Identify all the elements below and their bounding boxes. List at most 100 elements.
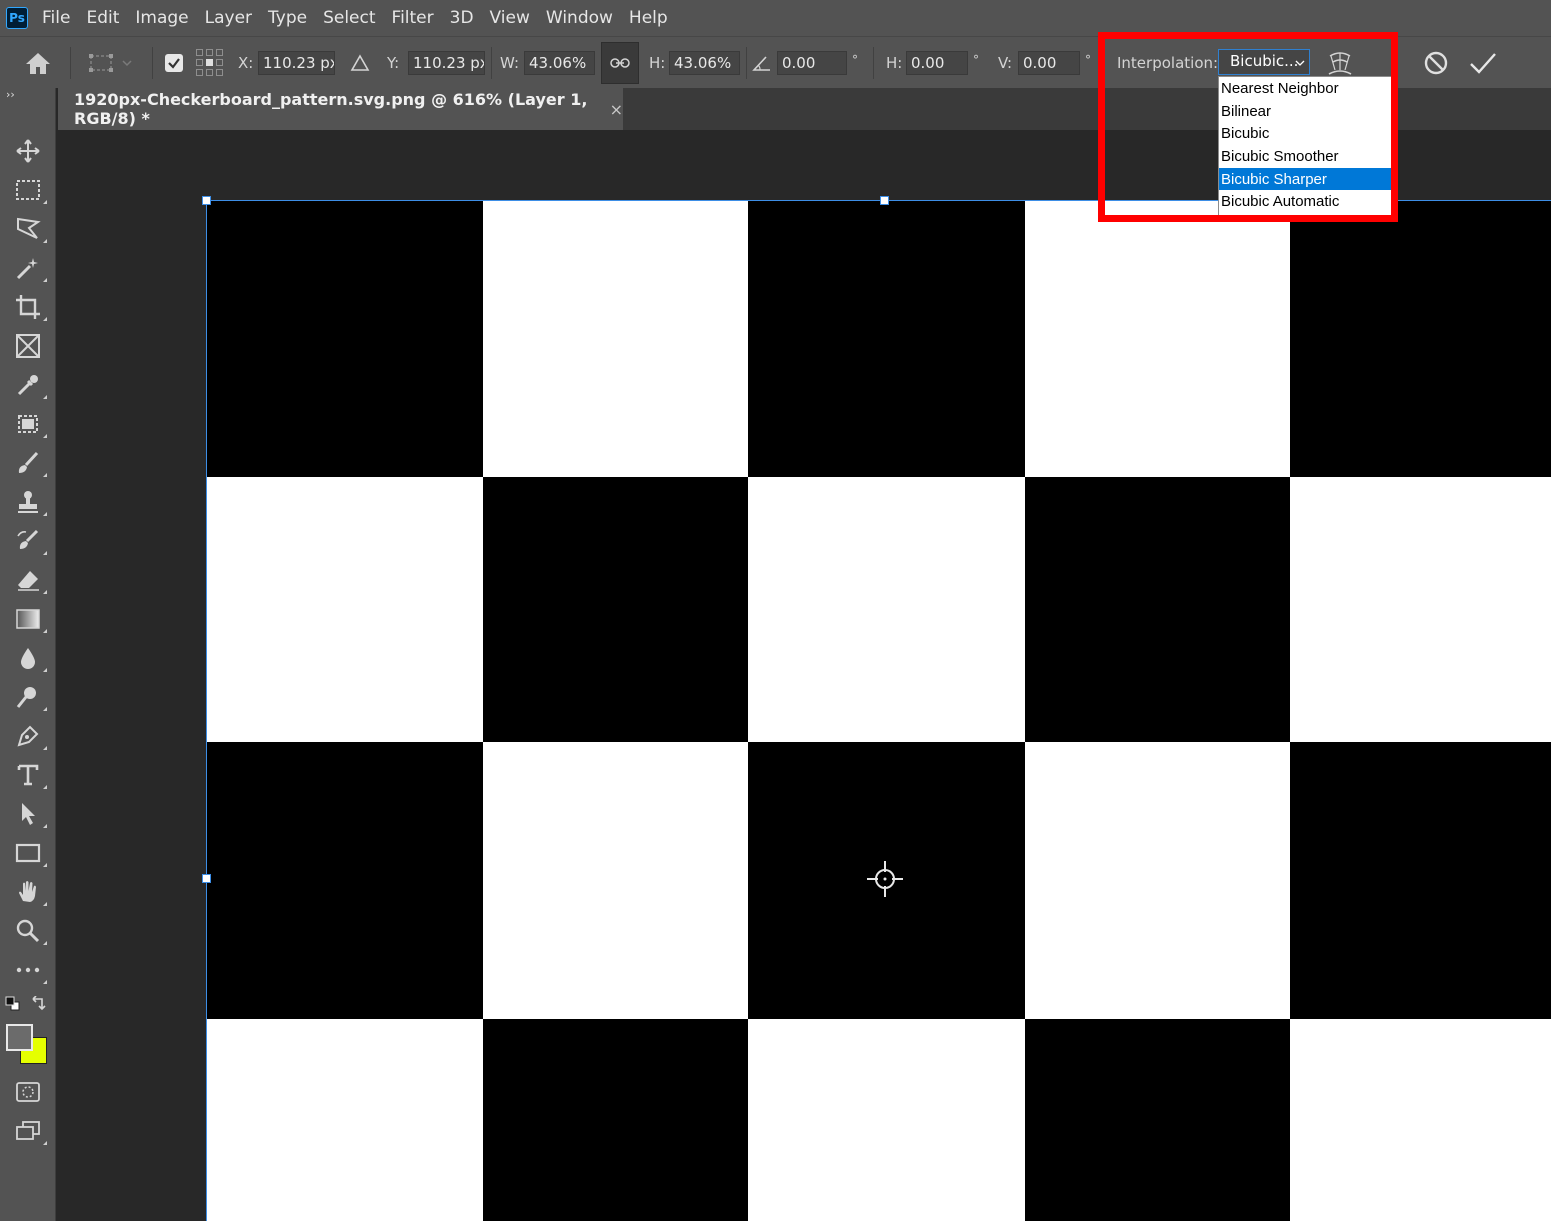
transform-handle-top-left[interactable] bbox=[202, 196, 211, 205]
x-input[interactable]: 110.23 px bbox=[258, 51, 335, 75]
lasso-tool[interactable] bbox=[8, 213, 48, 245]
rectangle-icon bbox=[15, 843, 41, 863]
checker-square bbox=[483, 1019, 748, 1221]
screen-mode-button[interactable] bbox=[8, 1115, 48, 1147]
blur-tool[interactable] bbox=[8, 642, 48, 674]
interpolation-select[interactable]: Bicubic... bbox=[1218, 49, 1310, 75]
width-label: W: bbox=[500, 54, 520, 72]
x-label: X: bbox=[238, 54, 254, 72]
marquee-tool[interactable] bbox=[8, 174, 48, 206]
angle-icon bbox=[752, 56, 770, 71]
triangle-icon bbox=[350, 54, 370, 71]
bounding-box-left-edge bbox=[206, 200, 207, 1221]
magic-wand-tool[interactable] bbox=[8, 252, 48, 284]
menu-layer[interactable]: Layer bbox=[205, 8, 252, 28]
move-tool[interactable] bbox=[8, 135, 48, 167]
pen-tool[interactable] bbox=[8, 720, 48, 752]
interpolation-option[interactable]: Bicubic Automatic bbox=[1219, 190, 1391, 213]
interpolation-option[interactable]: Bicubic bbox=[1219, 122, 1391, 145]
healing-tool[interactable] bbox=[8, 408, 48, 440]
cancel-transform-button[interactable] bbox=[1422, 37, 1450, 89]
reference-point-grid[interactable] bbox=[195, 37, 225, 89]
eraser-icon bbox=[18, 571, 39, 591]
relative-position-button[interactable] bbox=[349, 37, 371, 89]
crop-tool[interactable] bbox=[8, 291, 48, 323]
transform-handle-top-center[interactable] bbox=[880, 196, 889, 205]
swap-colors-button[interactable] bbox=[30, 995, 46, 1016]
menu-type[interactable]: Type bbox=[268, 8, 307, 28]
default-colors-button[interactable] bbox=[5, 996, 21, 1016]
width-input[interactable]: 43.06% bbox=[524, 51, 595, 75]
hand-tool[interactable] bbox=[8, 876, 48, 908]
document-tab-title: 1920px-Checkerboard_pattern.svg.png @ 61… bbox=[74, 90, 588, 128]
quick-mask-button[interactable] bbox=[8, 1076, 48, 1108]
more-tools[interactable] bbox=[8, 954, 48, 986]
pen-icon bbox=[17, 725, 39, 747]
checker-square bbox=[748, 201, 1025, 477]
interpolation-option[interactable]: Bilinear bbox=[1219, 100, 1391, 123]
checker-square bbox=[1290, 201, 1551, 477]
v-skew-input[interactable]: 0.00 bbox=[1018, 51, 1080, 75]
quick-mask-icon bbox=[16, 1082, 40, 1102]
dodge-tool[interactable] bbox=[8, 681, 48, 713]
eyedropper-tool[interactable] bbox=[8, 369, 48, 401]
screen-mode-icon bbox=[16, 1121, 40, 1140]
reference-point-icon bbox=[196, 49, 223, 76]
document-canvas[interactable] bbox=[58, 130, 1551, 1221]
menu-file[interactable]: File bbox=[42, 8, 70, 28]
menu-select[interactable]: Select bbox=[323, 8, 375, 28]
stamp-tool[interactable] bbox=[8, 486, 48, 518]
interpolation-dropdown-list: Nearest Neighbor Bilinear Bicubic Bicubic S… bbox=[1218, 76, 1392, 216]
rectangle-tool[interactable] bbox=[8, 837, 48, 869]
menu-3d[interactable]: 3D bbox=[450, 8, 474, 28]
checker-square bbox=[483, 742, 748, 1019]
zoom-tool[interactable] bbox=[8, 915, 48, 947]
tools-panel: ›› bbox=[0, 88, 56, 1221]
brush-icon bbox=[18, 451, 39, 473]
v-skew-degree-label: ° bbox=[1085, 53, 1091, 67]
path-selection-tool[interactable] bbox=[8, 798, 48, 830]
menu-window[interactable]: Window bbox=[546, 8, 613, 28]
commit-transform-button[interactable] bbox=[1468, 37, 1498, 89]
transform-preset-button[interactable] bbox=[87, 37, 135, 89]
brush-tool[interactable] bbox=[8, 447, 48, 479]
type-icon bbox=[17, 764, 39, 786]
reference-point-crosshair-icon[interactable] bbox=[866, 860, 904, 898]
y-input[interactable]: 110.23 px bbox=[408, 51, 485, 75]
menu-edit[interactable]: Edit bbox=[86, 8, 119, 28]
interpolation-label: Interpolation: bbox=[1117, 54, 1219, 72]
frame-icon bbox=[16, 334, 40, 358]
collapse-panel-button[interactable]: ›› bbox=[6, 88, 15, 101]
h-skew-input[interactable]: 0.00 bbox=[906, 51, 968, 75]
interpolation-option[interactable]: Bicubic Smoother bbox=[1219, 145, 1391, 168]
reference-point-checkbox[interactable] bbox=[165, 54, 183, 72]
checker-square bbox=[748, 1019, 1025, 1221]
photoshop-logo-icon: Ps bbox=[6, 7, 28, 29]
hand-icon bbox=[19, 881, 36, 902]
dodge-icon bbox=[16, 687, 36, 708]
link-proportions-button[interactable] bbox=[601, 42, 639, 84]
height-input[interactable]: 43.06% bbox=[669, 51, 740, 75]
checker-square bbox=[1025, 477, 1290, 742]
foreground-color-swatch[interactable] bbox=[6, 1024, 33, 1051]
transform-handle-middle-left[interactable] bbox=[202, 874, 211, 883]
history-brush-tool[interactable] bbox=[8, 525, 48, 557]
menu-image[interactable]: Image bbox=[135, 8, 188, 28]
eraser-tool[interactable] bbox=[8, 564, 48, 596]
interpolation-option[interactable]: Bicubic Sharper bbox=[1219, 167, 1391, 191]
document-tab[interactable]: 1920px-Checkerboard_pattern.svg.png @ 61… bbox=[58, 88, 623, 130]
close-tab-icon[interactable]: × bbox=[610, 100, 623, 119]
home-button[interactable] bbox=[24, 37, 52, 89]
gradient-tool[interactable] bbox=[8, 603, 48, 635]
menu-filter[interactable]: Filter bbox=[392, 8, 434, 28]
type-tool[interactable] bbox=[8, 759, 48, 791]
menu-help[interactable]: Help bbox=[629, 8, 668, 28]
frame-tool[interactable] bbox=[8, 330, 48, 362]
angle-input[interactable]: 0.00 bbox=[777, 51, 847, 75]
interpolation-option[interactable]: Nearest Neighbor bbox=[1219, 77, 1391, 100]
menu-view[interactable]: View bbox=[490, 8, 530, 28]
checker-square bbox=[206, 201, 483, 477]
checkmark-icon bbox=[1470, 53, 1496, 74]
gradient-icon bbox=[16, 609, 40, 629]
crop-icon bbox=[16, 295, 40, 319]
